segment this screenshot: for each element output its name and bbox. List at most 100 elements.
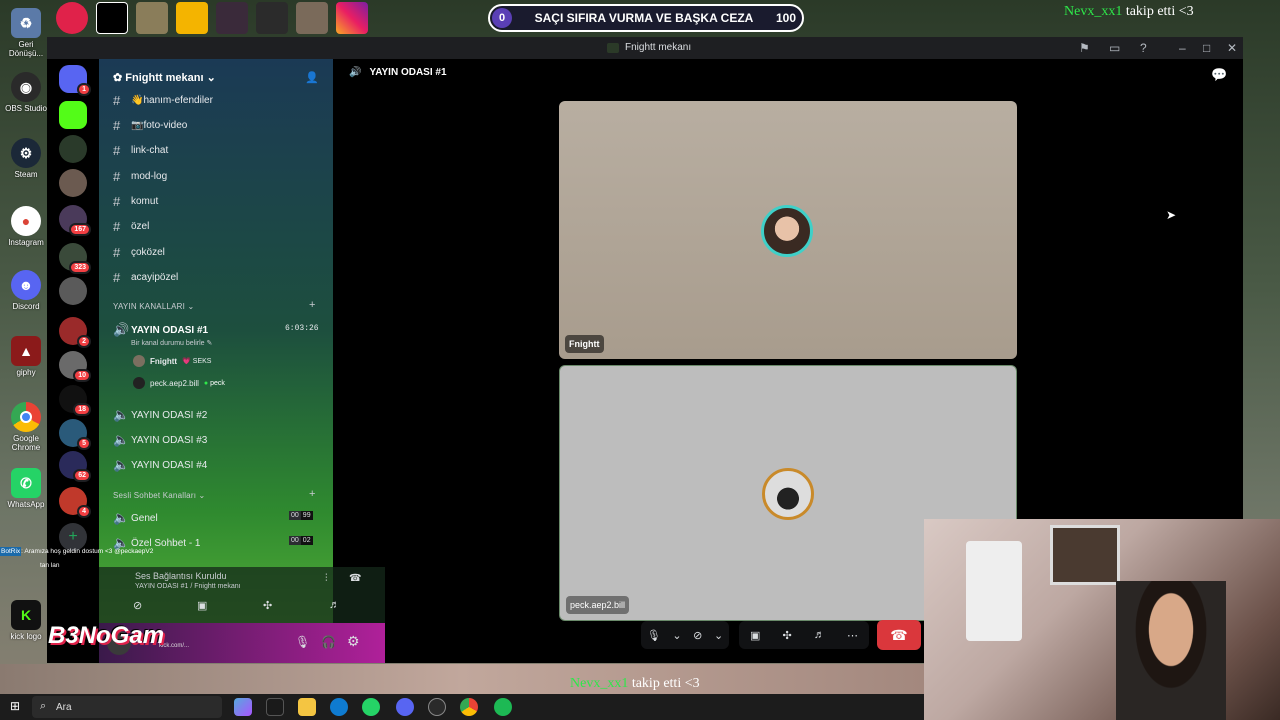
server-header[interactable]: ✿ Fnightt mekanı ⌄ [113,71,216,84]
whatsapp-icon[interactable] [362,698,380,716]
activity-icon[interactable]: ✣ [263,599,272,612]
top-overlay-icons [56,2,368,36]
server-folder[interactable]: 2 [59,317,91,348]
chevron-down-icon[interactable]: ⌄ [714,629,723,642]
chat-overlay-line: tan lan [40,562,60,569]
microphone-icon[interactable]: 🎙 [647,629,661,642]
desktop-icon-instagram[interactable]: ● Instagram [4,206,48,247]
channel-hanim-efendiler[interactable]: # 👋hanım-efendiler [113,93,213,108]
edge-icon[interactable] [330,698,348,716]
camera-off-icon[interactable]: ⊘ [133,599,142,612]
server-folder[interactable]: 167 [59,205,91,236]
hash-icon: # [113,143,121,158]
noise-suppression-icon[interactable]: ⫶ [325,573,328,584]
add-member-icon[interactable]: 👤 [305,71,319,84]
follow-alert-bottom: Nevx_xx1 takip etti <3 [570,676,700,691]
desktop-icon-discord[interactable]: ☻ Discord [4,270,48,311]
speaker-icon: 🔈 [113,407,130,422]
soundboard-icon[interactable]: ♬ [329,599,340,611]
chat-bubble-icon[interactable]: 💬 [1211,67,1227,83]
activity-icon[interactable]: ✣ [783,629,792,642]
camera-off-icon[interactable]: ⊘ [693,629,702,642]
voice-user[interactable]: Fnightt 💗 SEKS [133,355,211,367]
channel-foto-video[interactable]: # 📷foto-video [113,118,187,133]
desktop-icon-kick[interactable]: K kick logo [4,600,48,641]
stream-icon: 🔊 [113,322,130,337]
server-icon-kick[interactable] [59,101,87,129]
desktop-icon-whatsapp[interactable]: ✆ WhatsApp [4,468,48,509]
channel-yayin-odasi-3[interactable]: 🔈 YAYIN ODASI #3 [113,432,207,448]
channel-yayin-odasi-2[interactable]: 🔈 YAYIN ODASI #2 [113,407,207,423]
voice-user[interactable]: peck.aep2.bill ● peck [133,377,225,389]
instagram-icon: ● [11,206,41,236]
video-tile[interactable]: Fnightt [559,101,1017,359]
server-folder[interactable]: 18 [59,385,91,416]
flag-icon[interactable]: ⚑ [1079,41,1090,55]
taskbar: ⊞ ⌕ Ara [0,694,924,720]
server-folder[interactable]: 5 [59,419,91,450]
add-channel-icon[interactable]: + [309,488,315,500]
desktop-icon-obs[interactable]: ◉ OBS Studio [4,72,48,113]
server-folder[interactable]: 323 [59,243,91,274]
disconnect-button[interactable]: ☎ [877,620,921,650]
discord-icon: ☻ [11,270,41,300]
channel-status[interactable]: Bir kanal durumu belirle ✎ [131,339,212,347]
server-icon[interactable] [59,277,87,305]
kick-icon: K [11,600,41,630]
channel-cokozel[interactable]: # çoközel [113,245,165,260]
desktop-icon-steam[interactable]: ⚙ Steam [4,138,48,179]
user-tag: ● peck [203,379,225,387]
close-icon[interactable]: ✕ [1227,41,1237,55]
chrome-icon[interactable] [460,698,478,716]
category-stream[interactable]: YAYIN KANALLARI ⌄ [113,302,194,311]
screen-share-icon[interactable]: ▣ [197,599,207,612]
soundboard-icon[interactable]: ♬ [814,629,825,641]
desktop-icon-recycle[interactable]: ♻ Geri Dönüşü... [4,8,48,58]
more-icon[interactable]: ⋯ [847,629,858,642]
windows-start-icon[interactable]: ⊞ [10,699,20,713]
channel-link-chat[interactable]: # link-chat [113,143,168,158]
avatar [133,377,145,389]
category-voice[interactable]: Sesli Sohbet Kanalları ⌄ [113,491,205,500]
add-channel-icon[interactable]: + [309,299,315,311]
discord-icon[interactable] [396,698,414,716]
channel-ozel[interactable]: # özel [113,219,149,234]
server-icon[interactable]: 4 [59,487,91,518]
microphone-icon[interactable]: 🎙 [295,635,310,649]
desktop-icon-chrome[interactable]: Google Chrome [4,402,48,452]
hash-icon: # [113,118,121,133]
channel-yayin-odasi-1[interactable]: 🔊 YAYIN ODASI #1 [113,322,208,338]
settings-gear-icon[interactable]: ⚙ [347,633,360,650]
channel-yayin-odasi-4[interactable]: 🔈 YAYIN ODASI #4 [113,457,207,473]
minimize-icon[interactable]: – [1179,41,1186,55]
headphones-icon[interactable]: 🎧 [321,635,336,649]
channel-mod-log[interactable]: # mod-log [113,169,167,184]
server-icon[interactable] [59,135,87,163]
desktop-icon-giphy[interactable]: ▲ giphy [4,336,48,377]
server-folder[interactable]: 10 [59,351,91,382]
disconnect-icon[interactable]: ☎ [349,573,361,584]
obs-icon[interactable] [428,698,446,716]
voice-location[interactable]: YAYIN ODASI #1 / Fnightt mekanı [135,583,241,590]
inbox-icon[interactable]: ▭ [1109,41,1120,55]
server-icon[interactable] [59,169,87,197]
spotify-icon[interactable] [494,698,512,716]
hash-icon: # [113,270,121,285]
server-folder[interactable]: 62 [59,451,91,482]
copilot-icon[interactable] [234,698,252,716]
channel-genel[interactable]: 🔈 Genel [113,510,158,526]
add-server-icon[interactable]: + [59,523,87,551]
channel-acayipozel[interactable]: # acayipözel [113,270,178,285]
whatsapp-icon: ✆ [11,468,41,498]
user-limit: 00 02 [289,536,313,545]
file-explorer-icon[interactable] [298,698,316,716]
streamer-person [1116,581,1226,720]
chevron-down-icon[interactable]: ⌄ [672,629,681,642]
maximize-icon[interactable]: □ [1203,41,1210,55]
taskbar-search[interactable]: ⌕ Ara [32,696,222,718]
store-icon[interactable] [266,698,284,716]
dm-button[interactable]: 1 [59,65,91,96]
channel-komut[interactable]: # komut [113,194,158,209]
help-icon[interactable]: ? [1140,41,1147,55]
screen-share-icon[interactable]: ▣ [750,629,760,642]
